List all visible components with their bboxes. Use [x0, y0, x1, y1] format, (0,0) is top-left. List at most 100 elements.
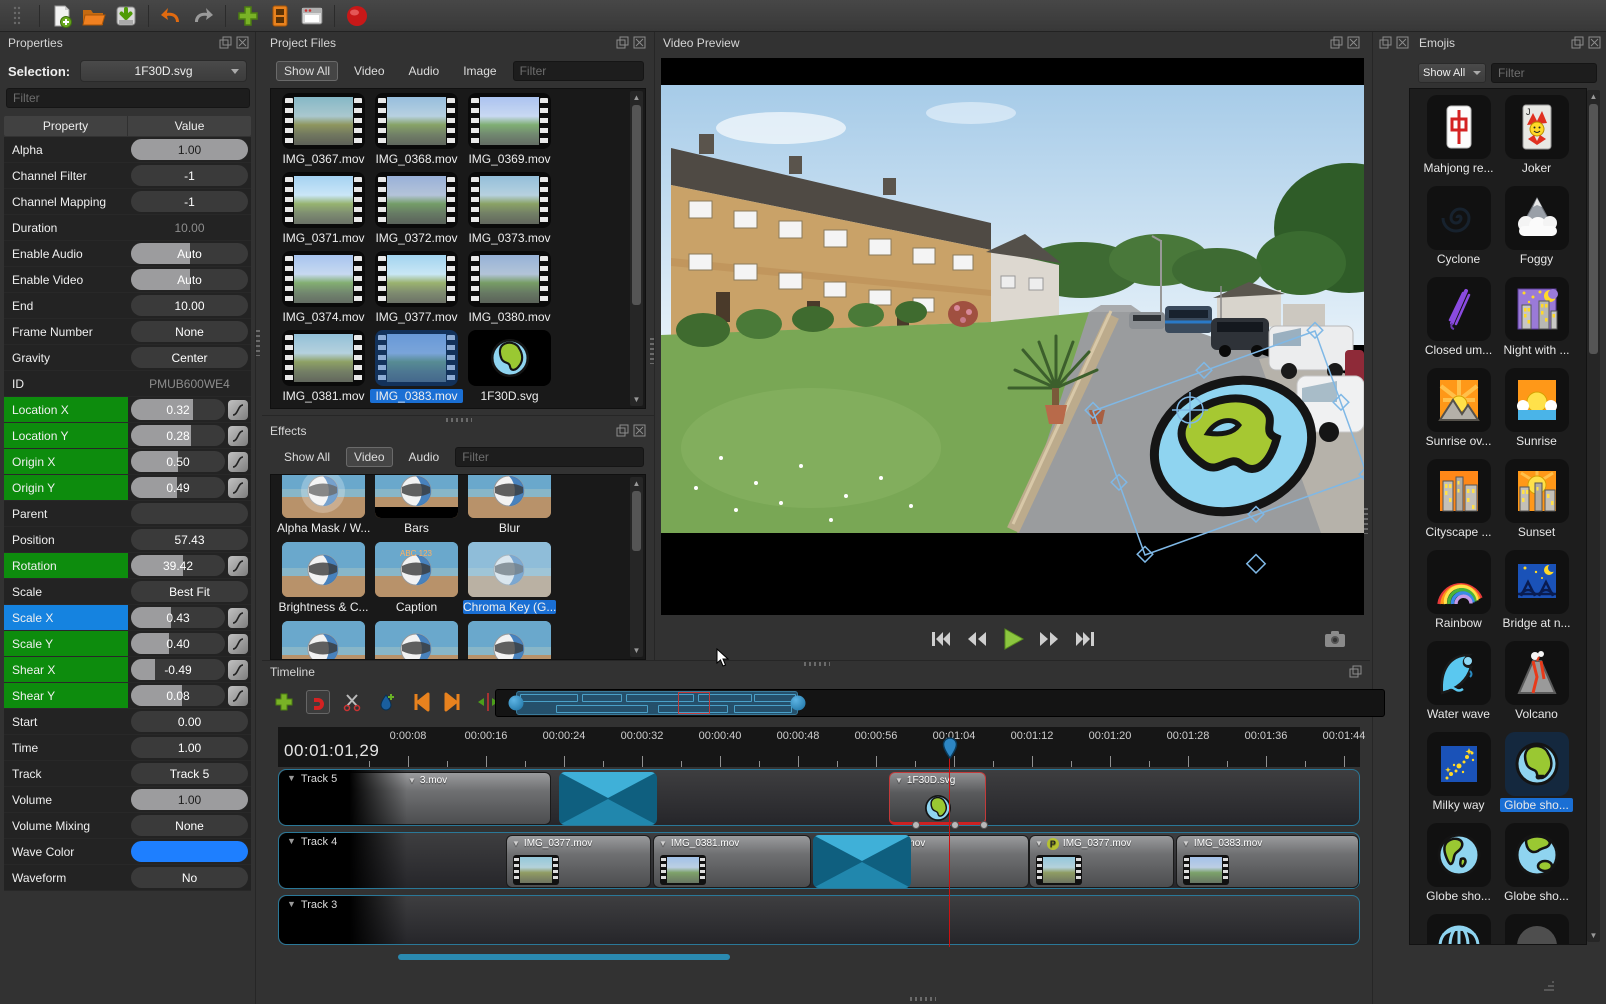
timeline-track[interactable]: ▼ Track 3	[278, 895, 1360, 945]
next-marker-icon[interactable]	[442, 690, 466, 714]
video-canvas[interactable]	[661, 58, 1364, 615]
property-row[interactable]: End 10.00	[4, 293, 251, 319]
choose-profile-icon[interactable]	[267, 3, 293, 29]
property-value-slider[interactable]: 0.50	[131, 451, 225, 472]
tab-audio[interactable]: Audio	[401, 447, 448, 467]
property-value-slider[interactable]: -1	[131, 191, 248, 212]
property-row[interactable]: Enable Video Auto	[4, 267, 251, 293]
property-row[interactable]: Wave Color	[4, 839, 251, 865]
keyframe-icon[interactable]	[228, 400, 248, 420]
scrollbar-thumb[interactable]	[1589, 104, 1598, 354]
property-row[interactable]: Shear X -0.49	[4, 657, 251, 683]
property-value-slider[interactable]: 57.43	[131, 529, 248, 550]
emoji-scrollbar[interactable]: ▲ ▼	[1587, 90, 1600, 942]
keyframe-icon[interactable]	[228, 660, 248, 680]
emoji-item[interactable]: Rainbow	[1422, 550, 1495, 630]
file-item[interactable]: IMG_0373.mov	[463, 172, 556, 245]
selection-dropdown[interactable]: 1F30D.svg	[80, 60, 247, 82]
razor-icon[interactable]	[340, 690, 364, 714]
timeline-clip[interactable]: ▼PIMG_0377.mov	[1029, 835, 1174, 888]
property-value-slider[interactable]: 0.49	[131, 477, 225, 498]
property-value-slider[interactable]: -0.49	[131, 659, 225, 680]
emoji-filter-input[interactable]	[1491, 63, 1597, 83]
jump-to-start-button[interactable]	[928, 628, 954, 650]
property-value-slider[interactable]: 0.32	[131, 399, 225, 420]
property-row[interactable]: Track Track 5	[4, 761, 251, 787]
emoji-item[interactable]: Cityscape ...	[1422, 459, 1495, 539]
emoji-item[interactable]	[1500, 914, 1573, 945]
keyframe-icon[interactable]	[228, 452, 248, 472]
tab-audio[interactable]: Audio	[401, 61, 448, 81]
keyframe-icon[interactable]	[228, 556, 248, 576]
emoji-item[interactable]	[1422, 914, 1495, 945]
effects-scrollbar[interactable]: ▲ ▼	[630, 477, 643, 657]
effect-item[interactable]: Alpha Mask / W...	[277, 474, 370, 535]
play-button[interactable]	[1000, 628, 1026, 650]
snapshot-camera-icon[interactable]	[1322, 628, 1348, 650]
close-panel-icon[interactable]	[633, 36, 646, 49]
zoom-handle-left[interactable]	[509, 696, 524, 711]
property-row[interactable]: ID PMUB600WE4	[4, 371, 251, 397]
scroll-up-icon[interactable]: ▲	[1589, 92, 1598, 101]
tab-image[interactable]: Image	[455, 61, 504, 81]
chevron-down-icon[interactable]: ▼	[287, 899, 296, 909]
effect-item[interactable]	[277, 621, 370, 660]
property-row[interactable]: Alpha 1.00	[4, 137, 251, 163]
export-video-icon[interactable]	[299, 3, 325, 29]
file-item[interactable]: IMG_0381.mov	[277, 330, 370, 403]
keyframe-icon[interactable]	[228, 608, 248, 628]
property-value-slider[interactable]: 0.08	[131, 685, 225, 706]
emoji-item[interactable]: Night with ...	[1500, 277, 1573, 357]
property-row[interactable]: Origin X 0.50	[4, 449, 251, 475]
filter-input[interactable]	[513, 61, 644, 81]
property-row[interactable]: Location Y 0.28	[4, 423, 251, 449]
track-header[interactable]: ▼ Track 3	[279, 896, 407, 944]
property-value-slider[interactable]: 0.28	[131, 425, 225, 446]
property-value-slider[interactable]: Auto	[131, 269, 248, 290]
track-header[interactable]: ▼ Track 4	[279, 833, 407, 888]
save-project-icon[interactable]	[113, 3, 139, 29]
file-item[interactable]: IMG_0368.mov	[370, 93, 463, 166]
property-row[interactable]: Scale Y 0.40	[4, 631, 251, 657]
emoji-item[interactable]: Water wave	[1422, 641, 1495, 721]
timeline-transition[interactable]	[813, 835, 911, 888]
emoji-item[interactable]: Sunrise ov...	[1422, 368, 1495, 448]
emoji-item[interactable]: Sunrise	[1500, 368, 1573, 448]
keyframe-icon[interactable]	[228, 686, 248, 706]
timeline-clip[interactable]: ▼IMG_0377.mov	[506, 835, 651, 888]
effect-item[interactable]: Brightness & C...	[277, 542, 370, 614]
splitter-handle[interactable]	[256, 330, 260, 356]
keyframe-icon[interactable]	[228, 426, 248, 446]
chevron-down-icon[interactable]: ▼	[287, 836, 296, 846]
clip-menu-icon[interactable]: ▼	[1035, 839, 1043, 848]
property-row[interactable]: Frame Number None	[4, 319, 251, 345]
effect-item[interactable]	[463, 621, 556, 660]
emoji-item[interactable]: Globe sho...	[1500, 823, 1573, 903]
property-value-slider[interactable]: Track 5	[131, 763, 248, 784]
emoji-item[interactable]: Globe sho...	[1422, 823, 1495, 903]
undo-icon[interactable]	[158, 3, 184, 29]
float-panel-icon[interactable]	[1379, 36, 1392, 49]
property-row[interactable]: Rotation 39.42	[4, 553, 251, 579]
splitter-handle[interactable]	[910, 997, 936, 1001]
splitter-handle[interactable]	[1364, 508, 1368, 534]
timeline-track[interactable]: ▼3.mov ▼1F30D.svg ▼ Track 5	[278, 769, 1360, 826]
file-item[interactable]: IMG_0377.mov	[370, 251, 463, 324]
new-project-icon[interactable]	[49, 3, 75, 29]
property-value-slider[interactable]: 10.00	[131, 295, 248, 316]
record-icon[interactable]	[344, 3, 370, 29]
keyframe-icon[interactable]	[228, 478, 248, 498]
effect-item[interactable]	[370, 621, 463, 660]
effect-item[interactable]: Bars	[370, 474, 463, 535]
property-row[interactable]: Enable Audio Auto	[4, 241, 251, 267]
file-item[interactable]: IMG_0374.mov	[277, 251, 370, 324]
property-row[interactable]: Channel Mapping -1	[4, 189, 251, 215]
emoji-item[interactable]: Bridge at n...	[1500, 550, 1573, 630]
previous-marker-icon[interactable]	[408, 690, 432, 714]
timeline-clip[interactable]: ▼IMG_0383.mov	[1176, 835, 1359, 888]
property-value-slider[interactable]: None	[131, 321, 248, 342]
float-panel-icon[interactable]	[1349, 665, 1362, 678]
open-project-icon[interactable]	[81, 3, 107, 29]
keyframe-icon[interactable]	[228, 634, 248, 654]
jump-to-end-button[interactable]	[1072, 628, 1098, 650]
